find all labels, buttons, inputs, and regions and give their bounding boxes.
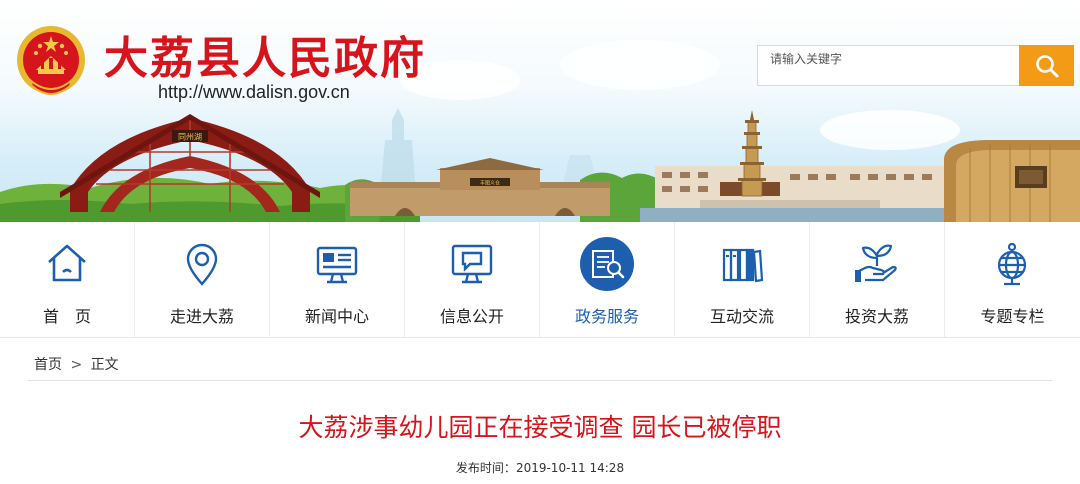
- search-box: [757, 45, 1019, 86]
- article-container: 首页 > 正文 大荔涉事幼儿园正在接受调查 园长已被停职 发布时间：2019-1…: [28, 338, 1052, 484]
- breadcrumb-separator: >: [70, 357, 83, 373]
- divider: [28, 380, 1052, 381]
- search-button[interactable]: [1019, 45, 1074, 86]
- home-icon: [48, 244, 86, 282]
- nav-label: 政务服务: [574, 307, 639, 326]
- search-input[interactable]: [758, 46, 1019, 85]
- location-pin-icon: [186, 243, 218, 286]
- nav-label: 新闻中心: [304, 307, 369, 326]
- nav-item-info-disclosure[interactable]: 信息公开: [405, 222, 540, 338]
- books-icon: [722, 248, 764, 283]
- nav-label: 互动交流: [709, 307, 774, 326]
- gateway-plaque: 同州湖: [178, 133, 202, 142]
- article-meta: 发布时间：2019-10-11 14:28: [28, 459, 1052, 476]
- publish-time-label: 发布时间：: [455, 461, 516, 475]
- nav-item-interaction[interactable]: 互动交流: [675, 222, 810, 338]
- message-screen-icon: [451, 244, 493, 284]
- nav-item-special-topics[interactable]: 专题专栏: [945, 222, 1080, 338]
- monitor-news-icon: [316, 246, 358, 284]
- nav-item-news[interactable]: 新闻中心: [270, 222, 405, 338]
- globe-icon: [997, 242, 1027, 286]
- breadcrumb: 首页 > 正文: [34, 354, 123, 374]
- site-title[interactable]: 大荔县人民政府: [104, 22, 426, 86]
- nav-item-government-services[interactable]: 政务服务: [540, 222, 675, 338]
- main-nav: 首 页 走进大荔 新闻中心 信息公开 政务服务 互动交流 投资大荔 专题专栏: [0, 222, 1080, 338]
- nav-item-home[interactable]: 首 页: [0, 222, 135, 338]
- nav-label: 信息公开: [439, 307, 504, 326]
- national-emblem-icon[interactable]: [12, 22, 90, 102]
- publish-time-value: 2019-10-11 14:28: [515, 461, 625, 475]
- nav-label: 投资大荔: [844, 307, 909, 326]
- header-banner: 大荔县人民政府 http://www.dalisn.gov.cn 请输入关键字 …: [0, 0, 1080, 222]
- scenic-landmarks-illustration: 同州湖 丰图义仓: [0, 108, 1080, 222]
- breadcrumb-home-link[interactable]: 首页: [34, 357, 62, 373]
- nav-label: 专题专栏: [980, 307, 1045, 326]
- breadcrumb-current: 正文: [90, 357, 119, 373]
- article-title: 大荔涉事幼儿园正在接受调查 园长已被停职: [298, 413, 782, 442]
- nav-item-about[interactable]: 走进大荔: [135, 222, 270, 338]
- nav-item-investment[interactable]: 投资大荔: [810, 222, 945, 338]
- wall-plaque: 丰图义仓: [480, 180, 500, 187]
- nav-label: 首 页: [42, 307, 91, 326]
- search-icon: [1035, 54, 1058, 77]
- hand-plant-icon: [855, 244, 897, 282]
- nav-label: 走进大荔: [169, 307, 234, 326]
- document-search-icon: [580, 237, 634, 291]
